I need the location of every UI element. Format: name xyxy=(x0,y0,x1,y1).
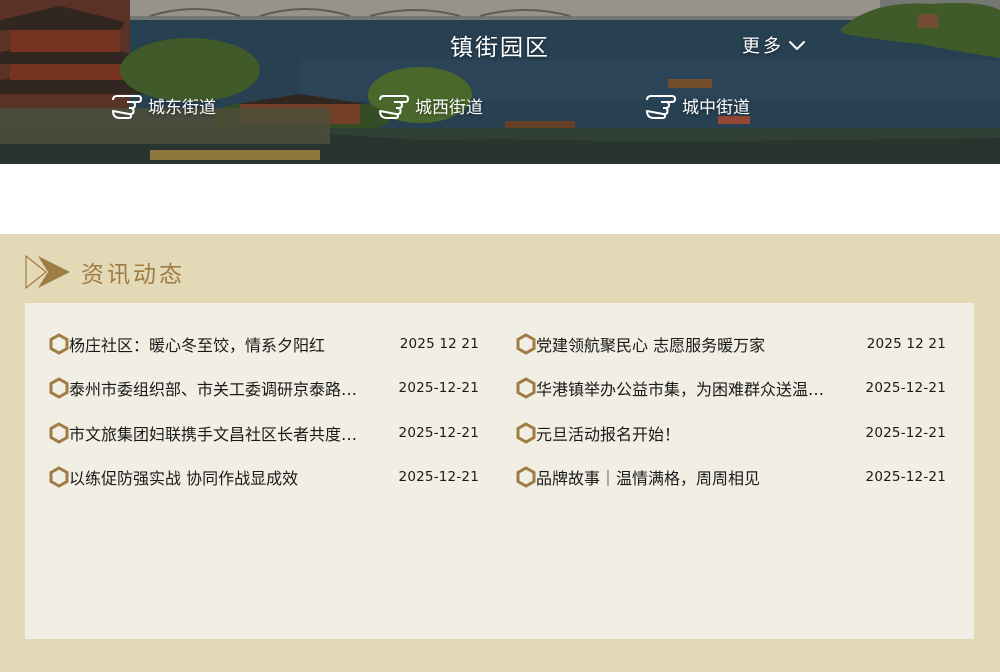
section-title: 资讯动态 xyxy=(81,262,185,288)
hexagon-bullet-icon xyxy=(516,333,536,355)
news-title: 元旦活动报名开始！ xyxy=(536,424,681,444)
news-column-right: 党建领航聚民心 志愿服务暖万家 2025 12 21 华港镇举办公益市集，为困难… xyxy=(516,322,946,499)
news-item[interactable]: 品牌故事｜温情满格，周周相见 2025-12-21 xyxy=(516,455,946,499)
hexagon-bullet-icon xyxy=(516,377,536,400)
hexagon-bullet-icon xyxy=(49,422,69,444)
news-date: 2025-12-21 xyxy=(398,469,479,486)
news-item[interactable]: 元旦活动报名开始！ 2025-12-21 xyxy=(516,411,946,455)
news-date: 2025-12-21 xyxy=(865,469,946,486)
news-item[interactable]: 杨庄社区：暖心冬至饺，情系夕阳红 2025 12 21 xyxy=(49,322,479,366)
street-link-chengdong[interactable]: 城东街道 xyxy=(110,90,216,120)
banner-title: 镇街园区 xyxy=(450,35,550,61)
pointing-hand-icon xyxy=(112,95,142,119)
news-title: 以练促防强实战 协同作战显成效 xyxy=(69,469,299,489)
more-label: 更多 xyxy=(742,36,784,57)
double-arrow-icon xyxy=(25,254,70,290)
news-title: 杨庄社区：暖心冬至饺，情系夕阳红 xyxy=(69,336,326,356)
news-title: 华港镇举办公益市集，为困难群众送温暖... xyxy=(536,380,826,400)
news-title: 党建领航聚民心 志愿服务暖万家 xyxy=(536,336,766,356)
news-title: 泰州市委组织部、市关工委调研京泰路街道“五老”参与... xyxy=(69,380,359,400)
street-label: 城中街道 xyxy=(682,97,750,118)
news-item[interactable]: 党建领航聚民心 志愿服务暖万家 2025 12 21 xyxy=(516,322,946,366)
section-header: 资讯动态 xyxy=(24,254,185,290)
pointing-hand-icon xyxy=(646,95,676,119)
hexagon-bullet-icon xyxy=(516,466,536,488)
news-column-left: 杨庄社区：暖心冬至饺，情系夕阳红 2025 12 21 泰州市委组织部、市关工委… xyxy=(49,322,479,499)
news-date: 2025-12-21 xyxy=(865,424,946,441)
street-link-chengxi[interactable]: 城西街道 xyxy=(377,90,483,120)
news-date: 2025-12-21 xyxy=(398,424,479,441)
hexagon-bullet-icon xyxy=(516,422,536,444)
hexagon-bullet-icon xyxy=(49,377,69,400)
news-item[interactable]: 泰州市委组织部、市关工委调研京泰路街道“五老”参与... 2025-12-21 xyxy=(49,366,479,410)
hexagon-bullet-icon xyxy=(49,466,69,488)
news-date: 2025 12 21 xyxy=(866,336,946,353)
news-item[interactable]: 以练促防强实战 协同作战显成效 2025-12-21 xyxy=(49,455,479,499)
hexagon-bullet-icon xyxy=(49,333,69,355)
street-link-chengzhong[interactable]: 城中街道 xyxy=(644,90,750,120)
news-title: 品牌故事｜温情满格，周周相见 xyxy=(536,469,761,489)
chevron-down-icon xyxy=(789,41,805,50)
pointing-hand-icon xyxy=(379,95,409,119)
street-label: 城西街道 xyxy=(415,97,483,118)
banner: 镇街园区 更多 城东街道 城西街道 城中街道 xyxy=(0,0,1000,164)
more-button[interactable]: 更多 xyxy=(742,32,806,58)
news-item[interactable]: 市文旅集团妇联携手文昌社区长者共度冬至... 2025-12-21 xyxy=(49,411,479,455)
news-title: 市文旅集团妇联携手文昌社区长者共度冬至... xyxy=(69,424,359,444)
news-section: 资讯动态 杨庄社区：暖心冬至饺，情系夕阳红 2025 12 21 泰州市委组织部… xyxy=(0,234,1000,672)
news-date: 2025 12 21 xyxy=(399,336,479,353)
street-label: 城东街道 xyxy=(148,97,216,118)
news-date: 2025-12-21 xyxy=(865,380,946,397)
news-date: 2025-12-21 xyxy=(398,380,479,397)
news-panel: 杨庄社区：暖心冬至饺，情系夕阳红 2025 12 21 泰州市委组织部、市关工委… xyxy=(25,303,974,639)
news-item[interactable]: 华港镇举办公益市集，为困难群众送温暖... 2025-12-21 xyxy=(516,366,946,410)
